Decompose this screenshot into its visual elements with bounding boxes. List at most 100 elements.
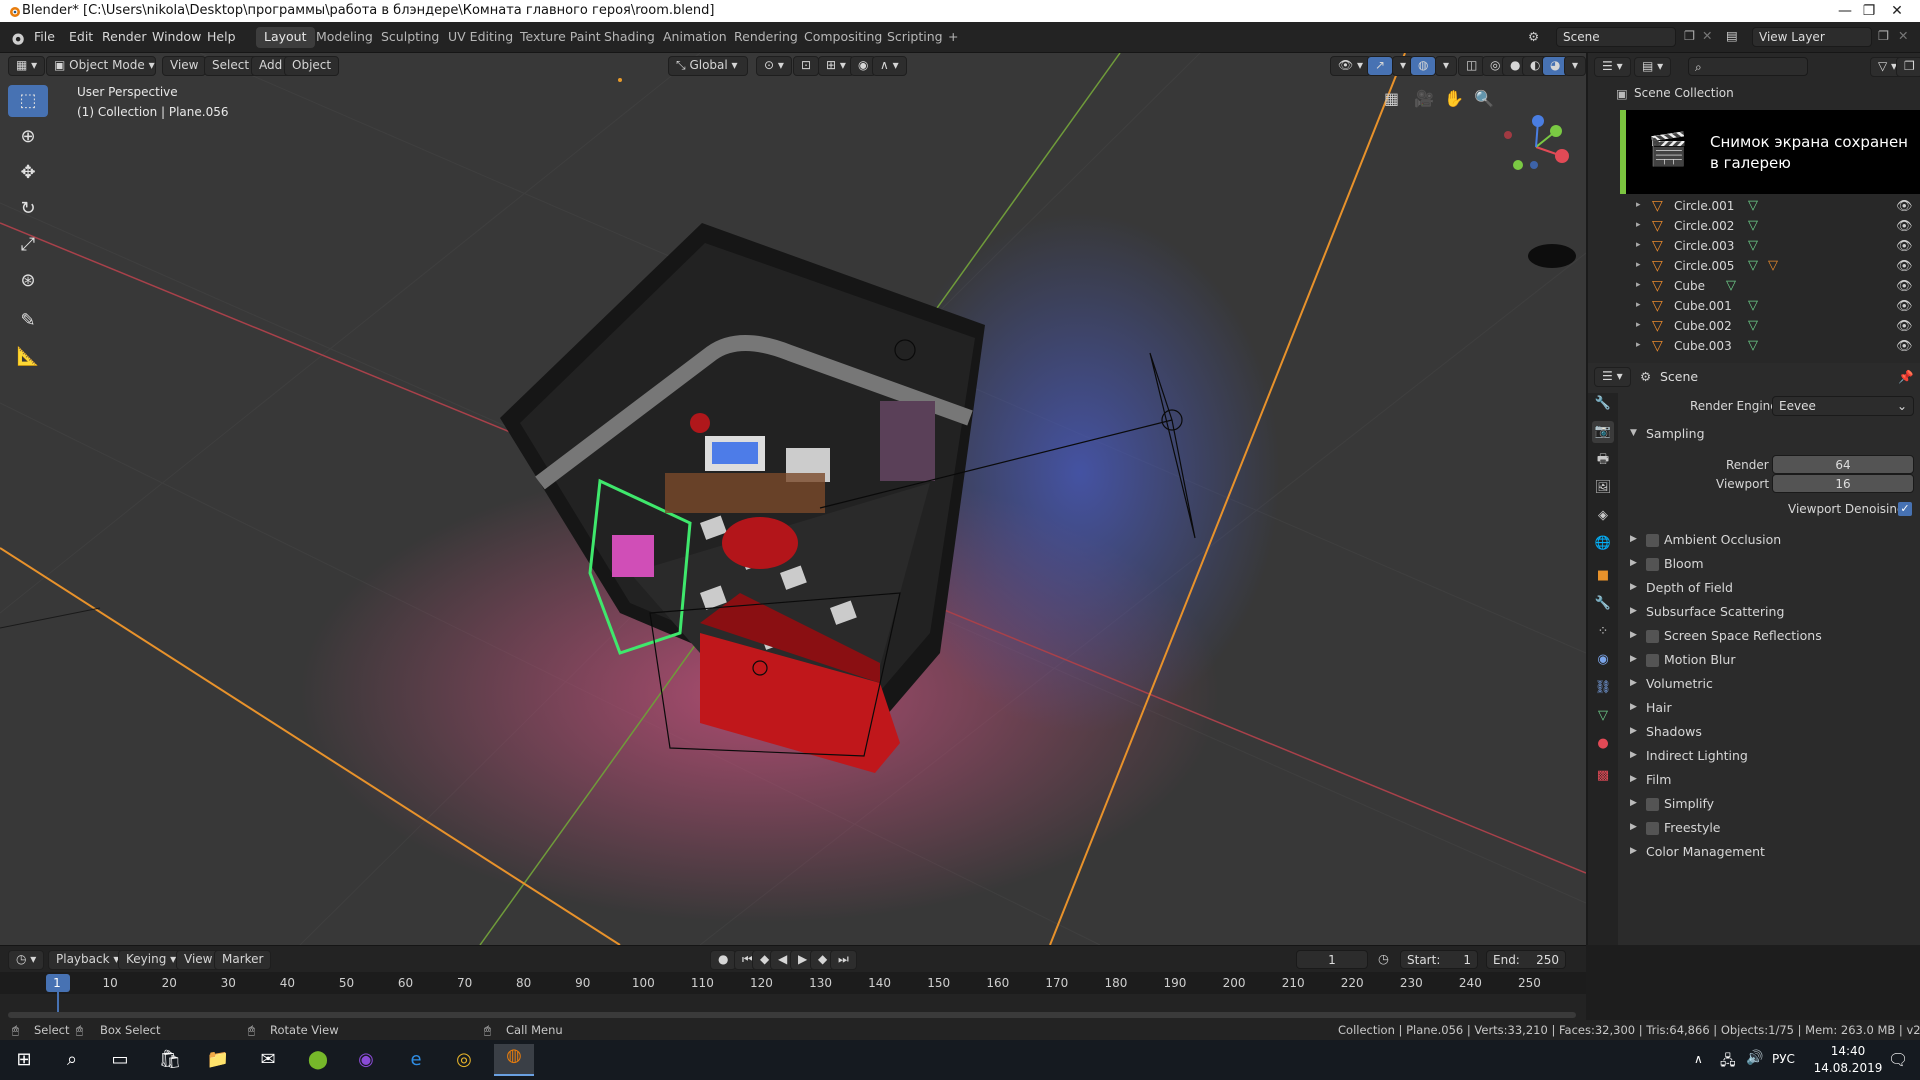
panel-bloom[interactable]: ▶ Bloom bbox=[1624, 553, 1916, 577]
panel-enable-checkbox[interactable] bbox=[1646, 654, 1659, 667]
tool-tab-icon[interactable]: 🔧 bbox=[1592, 393, 1614, 415]
viewport-menu-object[interactable]: Object bbox=[284, 56, 340, 76]
visibility-eye-icon[interactable]: 👁 bbox=[1896, 279, 1913, 294]
scene-selector[interactable]: Scene bbox=[1556, 27, 1676, 47]
task-view-icon[interactable]: ▭ bbox=[100, 1048, 140, 1072]
snap-target-button[interactable]: ⊞ ▾ bbox=[818, 56, 854, 76]
visibility-eye-icon[interactable]: 👁 bbox=[1896, 219, 1913, 234]
outliner-item[interactable]: ▸ ▽ Circle.005 ▽ ▽ 👁 bbox=[1588, 257, 1920, 277]
screenshot-notification[interactable]: 🎬 Снимок экрана сохранен в галерею bbox=[1620, 110, 1920, 194]
visibility-eye-icon[interactable]: 👁 bbox=[1896, 319, 1913, 334]
camera-view-icon[interactable]: 🎥 bbox=[1414, 89, 1434, 108]
annotate-tool-icon[interactable]: ✎ bbox=[8, 305, 48, 337]
timeline-menu-marker[interactable]: Marker bbox=[214, 950, 272, 970]
tab-shading[interactable]: Shading bbox=[596, 27, 663, 48]
overlay-toggle-icon[interactable]: ◍ bbox=[1410, 56, 1437, 76]
tab-rendering[interactable]: Rendering bbox=[726, 27, 806, 48]
expand-arrow-icon[interactable]: ▸ bbox=[1636, 280, 1641, 290]
panel-subsurface-scattering[interactable]: ▶ Subsurface Scattering bbox=[1624, 601, 1916, 625]
visibility-eye-icon[interactable]: 👁 bbox=[1896, 339, 1913, 354]
viewport-menu-select[interactable]: Select bbox=[204, 56, 258, 76]
pan-view-icon[interactable]: ✋ bbox=[1444, 89, 1464, 108]
expand-arrow-icon[interactable]: ▸ bbox=[1636, 220, 1641, 230]
pin-icon[interactable]: 📌 bbox=[1898, 369, 1914, 385]
current-frame-field[interactable]: 1 bbox=[1296, 950, 1368, 969]
tab-compositing[interactable]: Compositing bbox=[796, 27, 890, 48]
chrome-browser-icon[interactable]: ◎ bbox=[444, 1048, 484, 1072]
mode-selector[interactable]: ▣ Object Mode ▾ bbox=[46, 56, 156, 76]
constraints-tab-icon[interactable]: ⛓ bbox=[1592, 677, 1614, 699]
menu-help[interactable]: Help bbox=[207, 29, 236, 44]
tab-sculpting[interactable]: Sculpting bbox=[373, 27, 447, 48]
windows-start-icon[interactable]: ⊞ bbox=[4, 1048, 44, 1072]
menu-window[interactable]: Window bbox=[152, 29, 201, 44]
overlay-dropdown[interactable]: ▾ bbox=[1435, 56, 1458, 76]
panel-volumetric[interactable]: ▶ Volumetric bbox=[1624, 673, 1916, 697]
outliner-item[interactable]: ▸ ▽ Cube.002 ▽ 👁 bbox=[1588, 317, 1920, 337]
texture-tab-icon[interactable]: ▩ bbox=[1592, 765, 1614, 787]
record-button-icon[interactable]: ● bbox=[710, 950, 737, 970]
language-indicator[interactable]: РУС bbox=[1772, 1052, 1795, 1066]
action-center-icon[interactable]: 🗨 bbox=[1888, 1050, 1908, 1069]
view-layer-selector[interactable]: View Layer bbox=[1752, 27, 1872, 47]
cursor-tool-icon[interactable]: ⊕ bbox=[8, 121, 48, 153]
zoom-view-icon[interactable]: 🔍 bbox=[1474, 89, 1494, 108]
menu-file[interactable]: File bbox=[34, 29, 55, 44]
particles-tab-icon[interactable]: ⁘ bbox=[1592, 621, 1614, 643]
store-icon[interactable]: 🛍 bbox=[150, 1048, 190, 1072]
panel-freestyle[interactable]: ▶ Freestyle bbox=[1624, 817, 1916, 841]
panel-motion-blur[interactable]: ▶ Motion Blur bbox=[1624, 649, 1916, 673]
object-tab-icon[interactable]: ■ bbox=[1592, 565, 1614, 587]
world-tab-icon[interactable]: 🌐 bbox=[1592, 533, 1614, 555]
outliner-search-input[interactable]: ⌕ bbox=[1688, 57, 1808, 76]
scene-collection-label[interactable]: Scene Collection bbox=[1634, 86, 1734, 100]
expand-arrow-icon[interactable]: ▸ bbox=[1636, 240, 1641, 250]
navigation-gizmo[interactable] bbox=[1500, 93, 1580, 193]
new-scene-icon[interactable]: ❐ bbox=[1684, 28, 1695, 43]
visibility-button[interactable]: 👁 ▾ bbox=[1330, 56, 1372, 76]
panel-film[interactable]: ▶ Film bbox=[1624, 769, 1916, 793]
transform-orientation-selector[interactable]: ⤡ Global ▾ bbox=[668, 56, 748, 76]
mail-icon[interactable]: ✉ bbox=[248, 1048, 288, 1072]
panel-hair[interactable]: ▶ Hair bbox=[1624, 697, 1916, 721]
jump-end-icon[interactable]: ⏭ bbox=[830, 950, 857, 970]
material-tab-icon[interactable]: ● bbox=[1592, 733, 1614, 755]
outliner-item[interactable]: ▸ ▽ Cube.001 ▽ 👁 bbox=[1588, 297, 1920, 317]
end-frame-field[interactable]: End: 250 bbox=[1486, 950, 1566, 969]
pivot-point-button[interactable]: ⊙ ▾ bbox=[756, 56, 792, 76]
file-explorer-icon[interactable]: 📁 bbox=[198, 1048, 238, 1072]
expand-arrow-icon[interactable]: ▸ bbox=[1636, 260, 1641, 270]
move-tool-icon[interactable]: ✥ bbox=[8, 157, 48, 189]
viewport-menu-view[interactable]: View bbox=[162, 56, 207, 76]
blender-taskbar-icon[interactable]: ◍ bbox=[494, 1044, 534, 1076]
new-collection-icon[interactable]: ❐ bbox=[1896, 57, 1920, 77]
viewport-samples-field[interactable]: 16 bbox=[1772, 474, 1914, 493]
timeline-scrollbar[interactable] bbox=[8, 1012, 1576, 1018]
measure-tool-icon[interactable]: 📐 bbox=[8, 341, 48, 373]
transform-tool-icon[interactable]: ⊛ bbox=[8, 265, 48, 297]
timeline-menu-keying[interactable]: Keying ▾ bbox=[118, 950, 185, 970]
outliner-item[interactable]: ▸ ▽ Circle.001 ▽ 👁 bbox=[1588, 197, 1920, 217]
panel-ambient-occlusion[interactable]: ▶ Ambient Occlusion bbox=[1624, 529, 1916, 553]
menu-render[interactable]: Render bbox=[102, 29, 147, 44]
tab-layout[interactable]: Layout bbox=[256, 27, 315, 48]
visibility-eye-icon[interactable]: 👁 bbox=[1896, 239, 1913, 254]
3d-viewport[interactable]: ▦ ▾ ▣ Object Mode ▾ View Select Add Obje… bbox=[0, 53, 1586, 945]
panel-enable-checkbox[interactable] bbox=[1646, 798, 1659, 811]
panel-shadows[interactable]: ▶ Shadows bbox=[1624, 721, 1916, 745]
modifier-tab-icon[interactable]: 🔧 bbox=[1592, 593, 1614, 615]
remove-scene-icon[interactable]: ✕ bbox=[1702, 28, 1712, 43]
render-tab-icon[interactable]: 📷 bbox=[1592, 421, 1614, 443]
new-view-layer-icon[interactable]: ❐ bbox=[1878, 28, 1889, 43]
panel-screen-space-reflections[interactable]: ▶ Screen Space Reflections bbox=[1624, 625, 1916, 649]
search-icon[interactable]: ⌕ bbox=[52, 1048, 92, 1072]
panel-simplify[interactable]: ▶ Simplify bbox=[1624, 793, 1916, 817]
select-box-tool-icon[interactable]: ⬚ bbox=[8, 85, 48, 117]
volume-icon[interactable]: 🔊 bbox=[1746, 1050, 1763, 1066]
gizmo-toggle-icon[interactable]: ↗ bbox=[1367, 56, 1394, 76]
panel-color-management[interactable]: ▶ Color Management bbox=[1624, 841, 1916, 865]
panel-indirect-lighting[interactable]: ▶ Indirect Lighting bbox=[1624, 745, 1916, 769]
shading-dropdown[interactable]: ▾ bbox=[1564, 56, 1586, 76]
outliner-item[interactable]: ▸ ▽ Cube ▽ 👁 bbox=[1588, 277, 1920, 297]
panel-enable-checkbox[interactable] bbox=[1646, 534, 1659, 547]
